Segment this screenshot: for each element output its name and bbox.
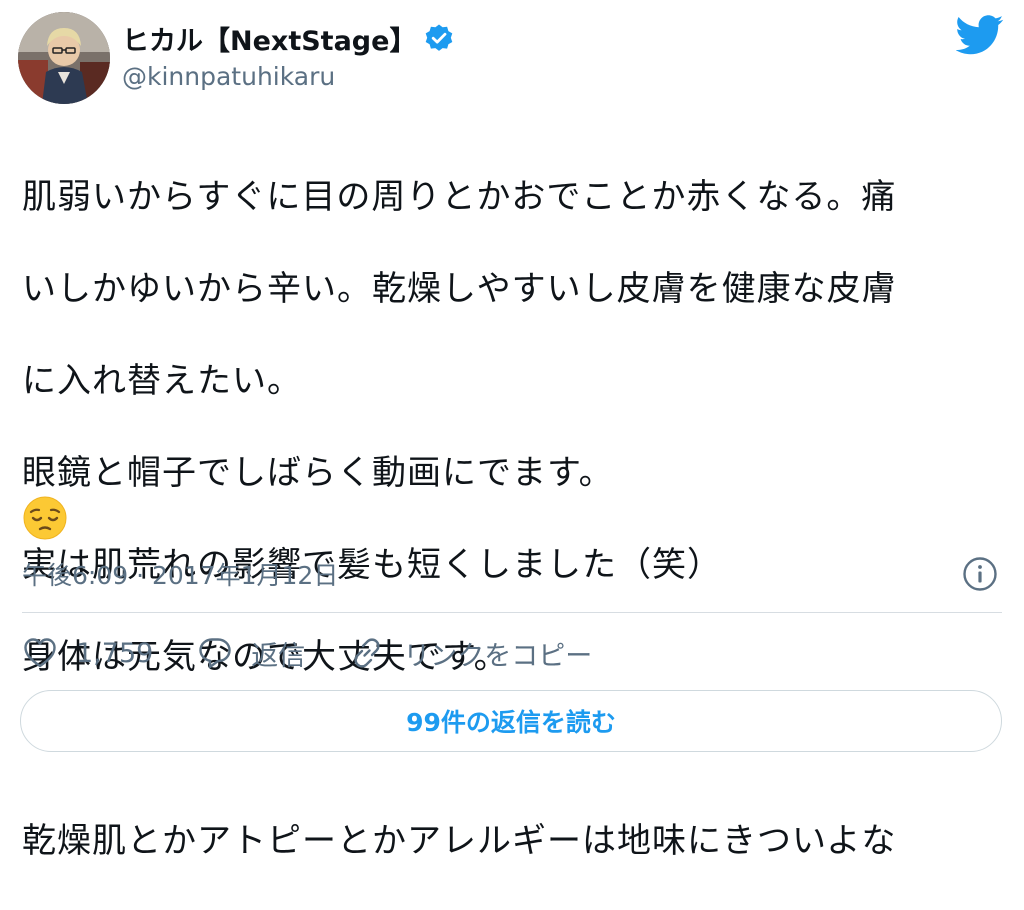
like-count: 1,759: [76, 637, 154, 669]
like-button[interactable]: 1,759: [22, 635, 153, 671]
user-name-row[interactable]: ヒカル【NextStage】: [122, 18, 454, 58]
tweet-text: 肌弱いからすぐに目の周りとかおでことか赤くなる。痛 いしかゆいから辛い。乾燥しや…: [22, 128, 1002, 910]
tweet-line: 眼鏡と帽子でしばらく動画にでます。: [22, 453, 614, 493]
divider: [22, 612, 1002, 613]
heart-icon: [24, 638, 56, 668]
tweet-line: 乾燥肌とかアトピーとかアレルギーは地味にきついよな: [22, 821, 897, 861]
tweet-line: に入れ替えたい。: [22, 361, 302, 401]
verified-badge-icon: [424, 23, 454, 53]
tweet-line: いしかゆいから辛い。乾燥しやすいし皮膚を健康な皮膚: [22, 269, 897, 309]
reply-button[interactable]: 返信: [197, 634, 305, 673]
speech-bubble-icon: [199, 638, 231, 669]
tweet-actions: 1,759 返信 リンクをコピー: [22, 630, 636, 676]
display-name[interactable]: ヒカル【NextStage】: [122, 19, 416, 58]
link-icon: [354, 638, 380, 668]
copy-link-button[interactable]: リンクをコピー: [349, 634, 592, 673]
info-icon[interactable]: [962, 556, 998, 592]
avatar-photo: [18, 12, 110, 104]
read-replies-label: 99件の返信を読む: [406, 708, 616, 737]
avatar[interactable]: [18, 12, 110, 104]
pensive-face-icon: [22, 495, 68, 541]
tweet-line: 肌弱いからすぐに目の周りとかおでことか赤くなる。痛: [22, 177, 897, 217]
twitter-bird-icon[interactable]: [955, 14, 1004, 56]
copy-link-label: リンクをコピー: [403, 640, 593, 672]
reply-label: 返信: [251, 640, 306, 672]
tweet-timestamp[interactable]: 午後6:09 · 2017年1月12日: [22, 556, 338, 592]
user-handle[interactable]: @kinnpatuhikaru: [122, 62, 335, 91]
read-replies-button[interactable]: 99件の返信を読む: [20, 690, 1002, 752]
